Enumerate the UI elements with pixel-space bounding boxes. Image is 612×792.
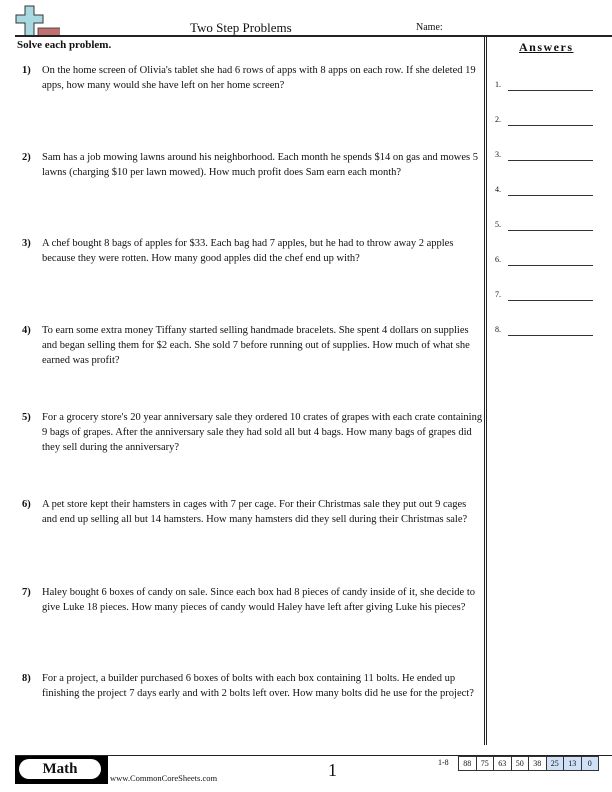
answer-number: 2. <box>495 115 501 124</box>
problem-number: 1) <box>22 65 31 76</box>
problem-number: 3) <box>22 238 31 249</box>
problem-number: 8) <box>22 673 31 684</box>
answer-number: 3. <box>495 150 501 159</box>
problem-item: 3) A chef bought 8 bags of apples for $33… <box>22 236 484 266</box>
header-divider <box>15 35 612 37</box>
problem-number: 7) <box>22 587 31 598</box>
answer-row: 8. <box>495 325 595 339</box>
problem-text: Sam has a job mowing lawns around his ne… <box>42 152 478 178</box>
score-range-label: 1-8 <box>438 758 449 767</box>
answer-row: 6. <box>495 255 595 269</box>
answer-number: 5. <box>495 220 501 229</box>
page-title: Two Step Problems <box>190 20 292 35</box>
answer-blank[interactable] <box>508 265 593 266</box>
subject-badge: Math <box>19 759 101 779</box>
answer-blank[interactable] <box>508 90 593 91</box>
score-cell: 25 <box>546 757 564 770</box>
problem-text: A pet store kept their hamsters in cages… <box>42 499 468 525</box>
problem-number: 6) <box>22 499 31 510</box>
problem-item: 7) Haley bought 6 boxes of candy on sale.… <box>22 585 484 615</box>
problem-number: 4) <box>22 325 31 336</box>
instructions: Solve each problem. <box>17 39 112 51</box>
answer-number: 1. <box>495 80 501 89</box>
problem-item: 2) Sam has a job mowing lawns around his … <box>22 150 484 180</box>
answer-number: 8. <box>495 325 501 334</box>
score-cell: 88 <box>459 757 477 770</box>
plus-minus-logo-icon <box>15 5 60 37</box>
problem-text: Haley bought 6 boxes of candy on sale. S… <box>42 587 475 613</box>
score-cell: 75 <box>477 757 494 770</box>
problem-item: 8) For a project, a builder purchased 6 b… <box>22 671 484 701</box>
answer-blank[interactable] <box>508 195 593 196</box>
answer-row: 4. <box>495 185 595 199</box>
problem-item: 6) A pet store kept their hamsters in cag… <box>22 497 484 527</box>
answer-row: 5. <box>495 220 595 234</box>
answer-row: 1. <box>495 80 595 94</box>
website-link[interactable]: www.CommonCoreSheets.com <box>110 773 217 783</box>
answer-blank[interactable] <box>508 335 593 336</box>
answers-title: Answers <box>519 40 574 54</box>
answer-row: 2. <box>495 115 595 129</box>
answer-number: 6. <box>495 255 501 264</box>
name-label: Name: <box>416 22 443 33</box>
problem-text: A chef bought 8 bags of apples for $33. … <box>42 238 454 264</box>
score-cell: 50 <box>512 757 529 770</box>
answer-blank[interactable] <box>508 300 593 301</box>
score-cell: 38 <box>529 757 547 770</box>
score-cell: 13 <box>564 757 582 770</box>
answer-blank[interactable] <box>508 230 593 231</box>
problem-item: 1) On the home screen of Olivia's tablet … <box>22 63 484 93</box>
answer-row: 7. <box>495 290 595 304</box>
problem-item: 5) For a grocery store's 20 year annivers… <box>22 410 484 455</box>
answer-number: 7. <box>495 290 501 299</box>
problem-text: To earn some extra money Tiffany started… <box>42 325 470 366</box>
answer-blank[interactable] <box>508 160 593 161</box>
problem-text: For a project, a builder purchased 6 box… <box>42 673 474 699</box>
page-number: 1 <box>328 760 337 780</box>
problem-number: 2) <box>22 152 31 163</box>
answer-number: 4. <box>495 185 501 194</box>
score-cell: 63 <box>494 757 512 770</box>
problem-item: 4) To earn some extra money Tiffany start… <box>22 323 484 368</box>
answer-row: 3. <box>495 150 595 164</box>
problem-text: On the home screen of Olivia's tablet sh… <box>42 65 476 91</box>
problem-text: For a grocery store's 20 year anniversar… <box>42 412 483 453</box>
column-divider <box>484 35 487 745</box>
score-table: 88 75 63 50 38 25 13 0 <box>458 756 599 771</box>
answer-blank[interactable] <box>508 125 593 126</box>
problem-number: 5) <box>22 412 31 423</box>
score-cell: 0 <box>581 757 598 770</box>
